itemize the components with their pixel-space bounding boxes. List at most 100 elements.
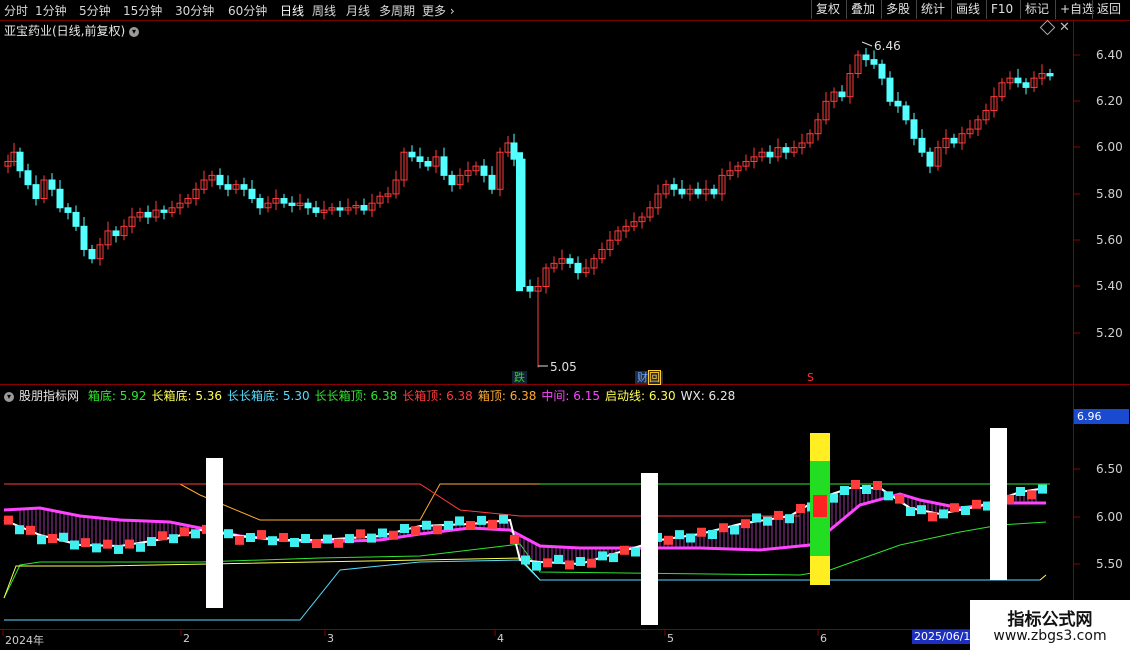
low-label: 5.05 [550, 360, 577, 374]
indicator-candle [367, 533, 376, 543]
indicator-candle [70, 540, 79, 550]
indicator-candle [257, 530, 266, 540]
price-tick-label: 5.40 [1096, 279, 1123, 293]
indicator-candle [906, 507, 915, 516]
indicator-candle [851, 480, 860, 489]
indicator-candle [246, 533, 255, 542]
indicator-candle [444, 520, 453, 530]
candle-body [256, 198, 264, 209]
candle-body [80, 225, 88, 250]
indicator-tick-label: 5.50 [1096, 557, 1123, 571]
signal-bar [206, 458, 223, 608]
indicator-candle [796, 504, 805, 513]
candle-body [870, 59, 878, 65]
indicator-candle [840, 486, 849, 495]
candle-body [240, 184, 248, 190]
marker-fall[interactable]: 跌 [512, 371, 527, 384]
candle-body [64, 207, 72, 213]
indicator-candle [59, 532, 68, 542]
candle-body [280, 198, 288, 204]
indicator-candle [378, 528, 387, 538]
date-tick-label: 2024年 [5, 634, 44, 647]
indicator-candle [169, 534, 178, 544]
box-top-line [4, 483, 1050, 521]
indicator-candle [48, 534, 57, 543]
indicator-candle [510, 535, 519, 544]
indicator-candle [466, 521, 475, 530]
kline-chart[interactable]: 6.46 5.05 [0, 0, 1130, 650]
indicator-candle [609, 553, 618, 563]
candle-body [488, 174, 496, 190]
indicator-candle [950, 503, 959, 513]
marker-financial[interactable]: 财回 [635, 370, 663, 385]
candle-body [926, 151, 934, 167]
indicator-candle [334, 538, 343, 548]
indicator-candle [477, 515, 486, 525]
indicator-candle [631, 547, 640, 557]
candle-body [88, 248, 96, 260]
candle-body [950, 137, 958, 144]
indicator-candle [1027, 490, 1036, 500]
candle-body [782, 147, 790, 153]
indicator-candle [26, 525, 35, 535]
candle-body [304, 202, 312, 209]
indicator-candle [345, 534, 354, 544]
indicator-candle [620, 545, 629, 555]
candle-body [1046, 73, 1054, 77]
candle-body [902, 105, 910, 121]
watermark-url: www.zbgs3.com [993, 628, 1107, 644]
indicator-candle [81, 538, 90, 548]
indicator-candle [323, 534, 332, 544]
indicator-candle [499, 514, 508, 524]
indicator-candle [136, 542, 145, 552]
watermark: 指标公式网 www.zbgs3.com [970, 600, 1130, 650]
indicator-candle [114, 544, 123, 554]
candle-body [408, 151, 416, 158]
price-tick-label: 5.20 [1096, 326, 1123, 340]
indicator-candle [587, 558, 596, 568]
indicator-candle [741, 519, 750, 529]
signal-bar [990, 428, 1007, 580]
indicator-candle [521, 555, 530, 565]
candle-body [678, 188, 686, 195]
candle-body [1022, 82, 1030, 88]
candle-body [526, 286, 534, 292]
candle-body [144, 211, 152, 218]
current-price-tag: 6.96 [1074, 409, 1129, 424]
indicator-candle [92, 543, 101, 553]
indicator-candle [433, 525, 442, 535]
indicator-candle [312, 539, 321, 548]
candle-body [1014, 77, 1022, 84]
indicator-tick-label: 6.50 [1096, 462, 1123, 476]
candle-body [574, 262, 582, 274]
indicator-candle [235, 535, 244, 545]
candle-body [694, 188, 702, 195]
indicator-candle [356, 529, 365, 539]
price-tick-label: 6.40 [1096, 48, 1123, 62]
candle-body [312, 207, 320, 213]
indicator-candle [37, 535, 46, 545]
candle-body [516, 152, 523, 292]
price-tick-label: 5.60 [1096, 233, 1123, 247]
candle-body [112, 230, 120, 237]
long-long-box-bottom-line [4, 559, 1040, 621]
long-box-top-line [4, 483, 800, 517]
candle-body [910, 119, 918, 139]
indicator-candle [279, 533, 288, 542]
price-tick-label: 6.00 [1096, 140, 1123, 154]
high-pointer [861, 41, 873, 47]
candle-body [448, 174, 456, 186]
indicator-candle [191, 529, 200, 539]
candle-body [248, 188, 256, 200]
indicator-candle [697, 527, 706, 537]
candle-body [878, 63, 886, 79]
price-tick-label: 6.20 [1096, 94, 1123, 108]
candle-body [710, 188, 718, 195]
candle-body [224, 184, 232, 190]
indicator-candle [730, 525, 739, 535]
indicator-candle [752, 513, 761, 523]
candle-body [766, 151, 774, 158]
candle-body [216, 174, 224, 186]
candle-body [440, 156, 448, 176]
marker-sell[interactable]: S [805, 371, 816, 384]
